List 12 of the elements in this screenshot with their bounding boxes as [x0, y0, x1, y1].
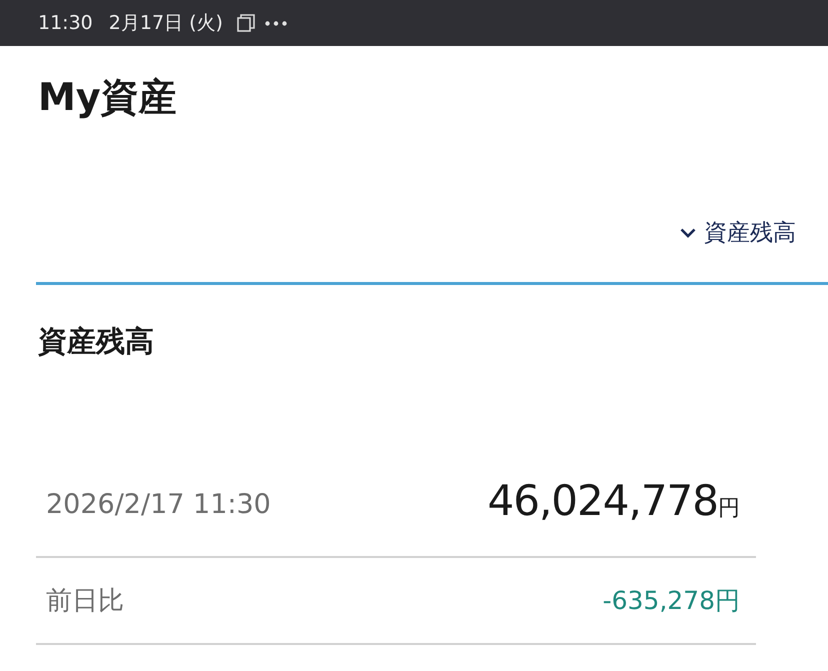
status-time: 11:30 — [38, 11, 93, 35]
chevron-down-icon — [680, 228, 696, 238]
status-date: 2月17日 (火) — [108, 11, 223, 35]
balance-timestamp: 2026/2/17 11:30 — [46, 488, 271, 522]
section-selector-link[interactable]: 資産残高 — [680, 218, 796, 248]
page-title: My資産 — [38, 74, 177, 121]
change-amount: -635,278円 — [602, 584, 740, 616]
balance-amount: 46,024,778円 — [488, 475, 740, 527]
change-label: 前日比 — [46, 584, 124, 618]
copy-icon — [236, 14, 255, 32]
section-title: 資産残高 — [38, 323, 154, 360]
more-icon[interactable] — [264, 20, 287, 26]
